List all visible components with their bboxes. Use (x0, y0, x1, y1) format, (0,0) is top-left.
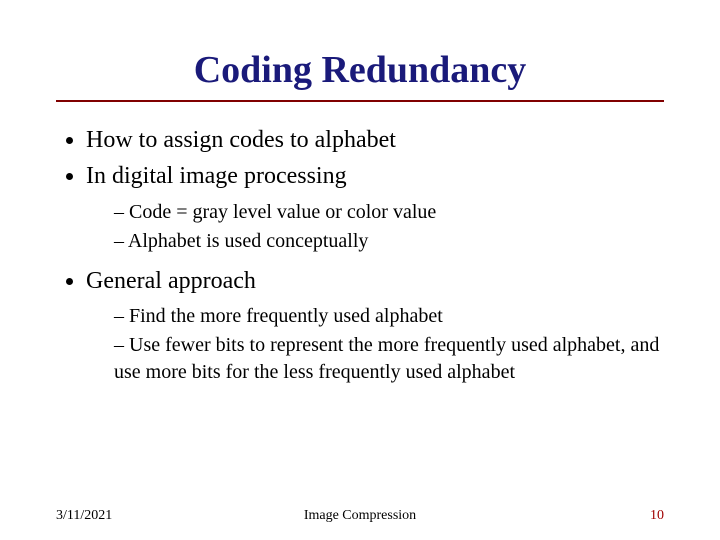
slide-title: Coding Redundancy (56, 48, 664, 92)
sub-bullet-list: Find the more frequently used alphabet U… (86, 303, 664, 386)
bullet-text: In digital image processing (86, 163, 347, 189)
sub-bullet-item: Alphabet is used conceptually (114, 228, 664, 255)
footer-topic: Image Compression (56, 508, 664, 524)
sub-bullet-item: Find the more frequently used alphabet (114, 303, 664, 330)
sub-bullet-item: Code = gray level value or color value (114, 199, 664, 226)
bullet-item: In digital image processing Code = gray … (86, 160, 664, 254)
slide-footer: 3/11/2021 Image Compression 10 (56, 508, 664, 524)
slide-content: How to assign codes to alphabet In digit… (56, 124, 664, 386)
sub-bullet-list: Code = gray level value or color value A… (86, 199, 664, 255)
footer-date: 3/11/2021 (56, 508, 112, 524)
title-underline (56, 100, 664, 102)
bullet-list: How to assign codes to alphabet In digit… (56, 124, 664, 386)
bullet-text: General approach (86, 268, 256, 294)
bullet-item: General approach Find the more frequentl… (86, 265, 664, 386)
slide: Coding Redundancy How to assign codes to… (0, 0, 720, 540)
footer-page-number: 10 (650, 508, 664, 524)
bullet-item: How to assign codes to alphabet (86, 124, 664, 156)
sub-bullet-item: Use fewer bits to represent the more fre… (114, 332, 664, 386)
